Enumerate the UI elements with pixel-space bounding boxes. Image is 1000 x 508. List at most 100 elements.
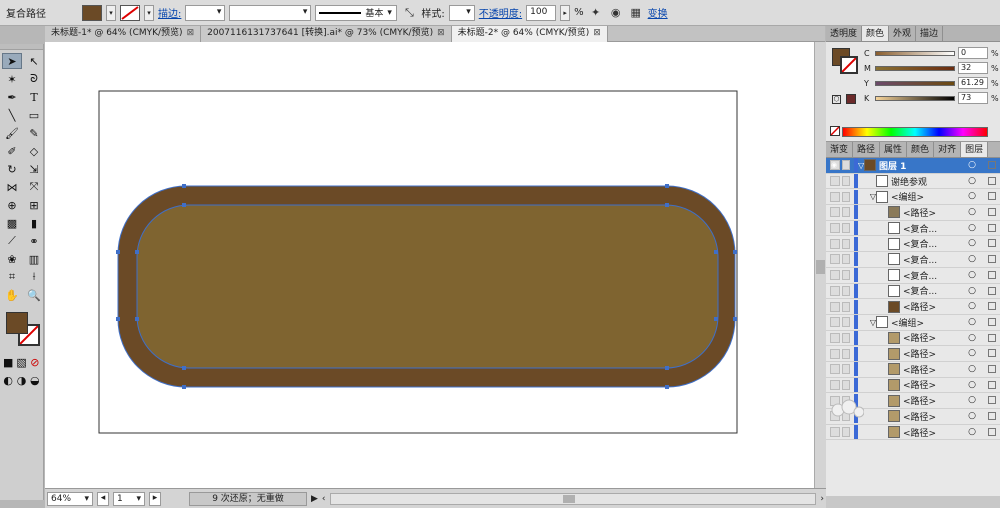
lock-toggle[interactable] — [842, 348, 850, 359]
scroll-right-arrow[interactable]: › — [820, 494, 824, 504]
out-of-gamut-icon[interactable]: ⬡ — [832, 95, 841, 104]
tab-align[interactable]: 对齐 — [934, 142, 962, 157]
target-icon[interactable]: ○ — [968, 160, 976, 170]
vertical-scrollbar[interactable] — [814, 42, 826, 488]
lock-toggle[interactable] — [842, 207, 850, 218]
free-transform-tool-icon[interactable]: ⤧ — [24, 179, 44, 195]
visibility-eye-icon[interactable] — [830, 332, 840, 343]
tab-color-guide[interactable]: 颜色 — [907, 142, 935, 157]
selection-indicator[interactable] — [988, 223, 996, 232]
gradient-tool-icon[interactable]: ▮ — [24, 215, 44, 231]
web-color-swatch[interactable] — [846, 94, 856, 104]
rectangle-tool-icon[interactable]: ▭ — [24, 107, 44, 123]
visibility-eye-icon[interactable] — [830, 223, 840, 234]
mesh-tool-icon[interactable]: ▩ — [2, 215, 22, 231]
layer-row[interactable]: <路径> ○ — [826, 377, 1000, 394]
fill-dropdown[interactable]: ▾ — [106, 4, 116, 21]
color-mode-icon[interactable]: ■ — [3, 354, 13, 370]
brush-definition-field[interactable]: 基本 ▾ — [315, 4, 398, 21]
visibility-eye-icon[interactable] — [830, 207, 840, 218]
selection-indicator[interactable] — [988, 427, 996, 436]
visibility-eye-icon[interactable] — [830, 348, 840, 359]
layer-row[interactable]: <复合... ○ — [826, 236, 1000, 253]
scroll-left-arrow[interactable]: ‹ — [322, 494, 326, 504]
fill-swatch[interactable] — [6, 312, 28, 334]
target-icon[interactable]: ○ — [968, 364, 976, 374]
layer-row[interactable]: ▽ <编组> ○ — [826, 189, 1000, 206]
visibility-eye-icon[interactable] — [830, 270, 840, 281]
lock-toggle[interactable] — [842, 223, 850, 234]
opacity-dropdown[interactable]: ▸ — [560, 4, 571, 21]
layer-row[interactable]: <路径> ○ — [826, 346, 1000, 362]
stroke-weight-field[interactable]: ▾ — [185, 4, 226, 21]
tab-layers[interactable]: 图层 — [961, 142, 989, 157]
stroke-swatch[interactable] — [120, 4, 140, 21]
layer-row[interactable]: <复合... ○ — [826, 252, 1000, 268]
layer-row[interactable]: <路径> ○ — [826, 425, 1000, 441]
lock-toggle[interactable] — [842, 301, 850, 312]
opacity-label-link[interactable]: 不透明度: — [479, 5, 522, 20]
selection-indicator[interactable] — [988, 208, 996, 217]
tab-color[interactable]: 颜色 — [862, 26, 890, 41]
paintbrush-tool-icon[interactable]: 🖌 — [2, 125, 22, 141]
yellow-slider[interactable] — [875, 80, 955, 86]
eyedropper-tool-icon[interactable]: ⟋ — [2, 233, 22, 249]
lock-toggle[interactable] — [842, 317, 850, 328]
selection-tool-icon[interactable]: ➤ — [2, 53, 22, 69]
doc-tab-2[interactable]: 2007116131737641 [转换].ai* @ 73% (CMYK/预览… — [201, 26, 452, 42]
target-icon[interactable]: ○ — [968, 395, 976, 405]
lock-toggle[interactable] — [842, 379, 850, 390]
isolate-object-icon[interactable]: ◉ — [608, 5, 624, 21]
target-icon[interactable]: ○ — [968, 333, 976, 343]
selection-indicator[interactable] — [988, 270, 996, 279]
tab-stroke[interactable]: 描边 — [916, 26, 944, 41]
yellow-value[interactable]: 61.29 — [958, 77, 988, 89]
magenta-slider[interactable] — [875, 65, 955, 71]
column-graph-tool-icon[interactable]: ▥ — [24, 251, 44, 267]
lock-toggle[interactable] — [842, 254, 850, 265]
magic-wand-tool-icon[interactable]: ✶ — [2, 71, 22, 87]
eraser-tool-icon[interactable]: ◇ — [24, 143, 44, 159]
rotate-tool-icon[interactable]: ↻ — [2, 161, 22, 177]
layer-row[interactable]: ▽ <编组> ○ — [826, 315, 1000, 331]
tab-appearance[interactable]: 外观 — [889, 26, 917, 41]
color-spectrum[interactable] — [842, 127, 988, 137]
target-icon[interactable]: ○ — [968, 348, 976, 358]
blob-brush-tool-icon[interactable]: ✐ — [2, 143, 22, 159]
status-menu-arrow[interactable]: ▶ — [311, 494, 318, 504]
color-stroke-swatch[interactable] — [840, 56, 858, 74]
target-icon[interactable]: ○ — [968, 191, 976, 201]
vertical-scroll-thumb[interactable] — [816, 260, 825, 274]
lock-toggle[interactable] — [842, 427, 850, 438]
inner-rounded-rect[interactable] — [136, 204, 719, 369]
perspective-grid-tool-icon[interactable]: ⊞ — [24, 197, 44, 213]
close-icon[interactable]: ⊠ — [593, 26, 601, 42]
selection-indicator[interactable] — [988, 349, 996, 358]
line-tool-icon[interactable]: ╲ — [2, 107, 22, 123]
lock-toggle[interactable] — [842, 191, 850, 202]
target-icon[interactable]: ○ — [968, 427, 976, 437]
shape-builder-tool-icon[interactable]: ⊕ — [2, 197, 22, 213]
layer-row[interactable]: <路径> ○ — [826, 299, 1000, 315]
symbol-sprayer-tool-icon[interactable]: ❀ — [2, 251, 22, 267]
next-artboard-button[interactable]: ▸ — [149, 491, 161, 506]
opacity-field[interactable]: 100 — [526, 4, 557, 21]
stroke-dropdown[interactable]: ▾ — [144, 4, 154, 21]
selection-indicator[interactable] — [988, 364, 996, 373]
lock-toggle[interactable] — [842, 160, 850, 171]
target-icon[interactable]: ○ — [968, 301, 976, 311]
type-tool-icon[interactable]: T — [24, 89, 44, 105]
selection-indicator[interactable] — [988, 380, 996, 389]
visibility-eye-icon[interactable] — [830, 364, 840, 375]
target-icon[interactable]: ○ — [968, 207, 976, 217]
black-slider[interactable] — [875, 95, 955, 101]
stroke-label-link[interactable]: 描边: — [158, 5, 181, 20]
cyan-slider[interactable] — [875, 50, 955, 56]
target-icon[interactable]: ○ — [968, 238, 976, 248]
pencil-tool-icon[interactable]: ✎ — [24, 125, 44, 141]
selection-indicator[interactable] — [988, 396, 996, 405]
lasso-tool-icon[interactable]: ᘐ — [24, 71, 44, 87]
selection-indicator[interactable] — [988, 161, 996, 169]
lock-toggle[interactable] — [842, 364, 850, 375]
lock-toggle[interactable] — [842, 285, 850, 296]
